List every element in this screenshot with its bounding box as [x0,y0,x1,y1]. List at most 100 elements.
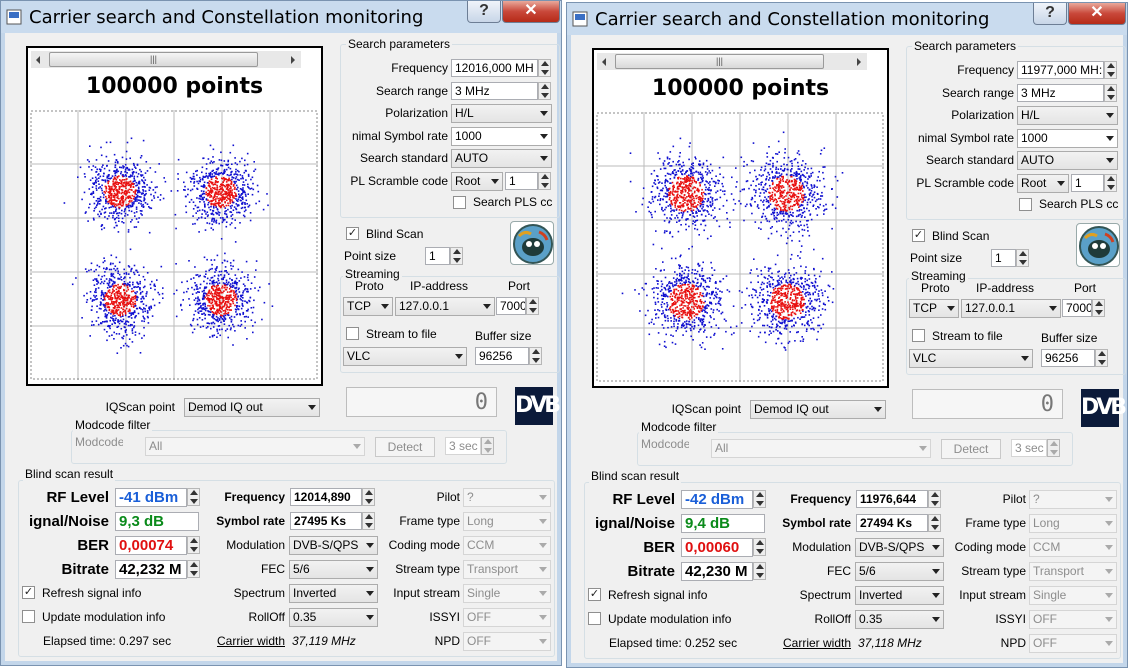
player-select[interactable]: VLC [343,347,467,366]
constellation-point [236,212,238,214]
interval-spinner[interactable] [481,437,494,455]
buffer-size-spinner[interactable] [529,347,542,365]
detect-button[interactable]: Detect [375,437,435,457]
constellation-point [718,327,720,329]
constellation-point [697,179,699,181]
constellation-point [739,290,741,292]
blind-scan-checkbox[interactable]: ✓ [346,227,359,240]
constellation-point [792,222,794,224]
search-range-input[interactable]: 3 MHz [451,82,538,100]
constellation-point [116,189,118,191]
constellation-point [738,200,740,202]
plot-scrollbar[interactable]: ||| [597,53,867,70]
constellation-point [192,332,194,334]
result-frequency-spinner[interactable] [362,488,375,506]
constellation-point [93,279,95,281]
constellation-point [118,218,120,220]
constellation-point [705,225,707,227]
pl-scramble-mode-select[interactable]: Root [451,172,503,191]
constellation-point [154,284,156,286]
modcode-select[interactable]: All [145,437,365,456]
constellation-point [123,302,125,304]
constellation-point [772,212,774,214]
port-spinner[interactable] [526,297,539,315]
point-size-input[interactable]: 1 [425,247,450,265]
close-button[interactable]: ✕ [502,1,560,23]
constellation-point [817,176,819,178]
spectrum-select[interactable]: Inverted [289,584,378,603]
constellation-point [171,190,173,192]
issyi-select[interactable]: OFF [463,608,551,627]
scroll-right-icon[interactable] [857,58,861,66]
iqscan-select[interactable]: Demod IQ out [184,398,320,417]
constellation-point [771,277,773,279]
constellation-point [173,293,175,295]
ip-address-select[interactable]: 127.0.0.1 [395,297,495,316]
constellation-point [837,180,839,182]
result-symbol-rate-spinner[interactable] [362,512,375,530]
modulation-select[interactable]: DVB-S/QPS [289,536,378,555]
frame-type-select[interactable]: Long [463,512,551,531]
constellation-point [657,293,659,295]
rolloff-select[interactable]: 0.35 [289,608,378,627]
constellation-point [109,170,111,172]
frequency-spinner[interactable] [538,59,551,77]
constellation-point [242,177,244,179]
constellation-point [106,177,108,179]
constellation-point [238,199,240,201]
carrier-width-label[interactable]: Carrier width [195,634,285,648]
coding-mode-select[interactable]: CCM [463,536,551,555]
stream-type-select[interactable]: Transport [463,560,551,579]
constellation-point [692,204,694,206]
update-modulation-checkbox[interactable] [22,610,35,623]
constellation-point [223,197,225,199]
polarization-select[interactable]: H/L [451,104,552,123]
constellation-point [763,186,765,188]
point-size-spinner[interactable] [450,247,463,265]
constellation-point [211,259,213,261]
stream-to-file-checkbox[interactable] [346,327,359,340]
constellation-point [702,293,704,295]
constellation-point [232,218,234,220]
search-range-spinner[interactable] [538,82,551,100]
scroll-left-icon[interactable] [602,58,606,66]
scroll-left-icon[interactable] [36,56,40,64]
close-button[interactable]: ✕ [1068,3,1126,25]
constellation-point [238,179,240,181]
constellation-point [699,308,701,310]
constellation-point [143,186,145,188]
input-stream-select[interactable]: Single [463,584,551,603]
pl-scramble-spinner[interactable] [538,172,551,190]
constellation-point [662,283,664,285]
constellation-point [786,164,788,166]
npd-select[interactable]: OFF [463,632,551,651]
constellation-point [696,304,698,306]
refresh-signal-checkbox[interactable]: ✓ [22,586,35,599]
help-button[interactable]: ? [467,1,501,23]
constellation-point [236,189,238,191]
constellation-point [224,202,226,204]
proto-select[interactable]: TCP [343,297,393,316]
constellation-point [204,257,206,259]
port-input[interactable]: 7000 [496,297,526,315]
help-button[interactable]: ? [1033,3,1067,25]
constellation-point [760,184,762,186]
pl-scramble-input[interactable]: 1 [505,172,538,190]
constellation-point [231,171,233,173]
fec-select[interactable]: 5/6 [289,560,378,579]
constellation-point [131,324,133,326]
search-pls-checkbox[interactable] [453,196,466,209]
constellation-point [77,176,79,178]
buffer-size-input[interactable]: 96256 [475,347,529,365]
scroll-right-icon[interactable] [291,56,295,64]
pilot-select[interactable]: ? [463,488,551,507]
constellation-point [678,279,680,281]
scroll-thumb[interactable]: ||| [49,52,258,67]
constellation-point [667,318,669,320]
scroll-thumb[interactable]: ||| [615,54,824,69]
interval-input[interactable]: 3 sec [445,437,481,455]
plot-scrollbar[interactable]: ||| [31,51,301,68]
frequency-input[interactable]: 12016,000 MH [451,59,538,77]
symbol-rate-select[interactable]: 1000 [451,127,552,146]
search-standard-select[interactable]: AUTO [451,149,552,168]
